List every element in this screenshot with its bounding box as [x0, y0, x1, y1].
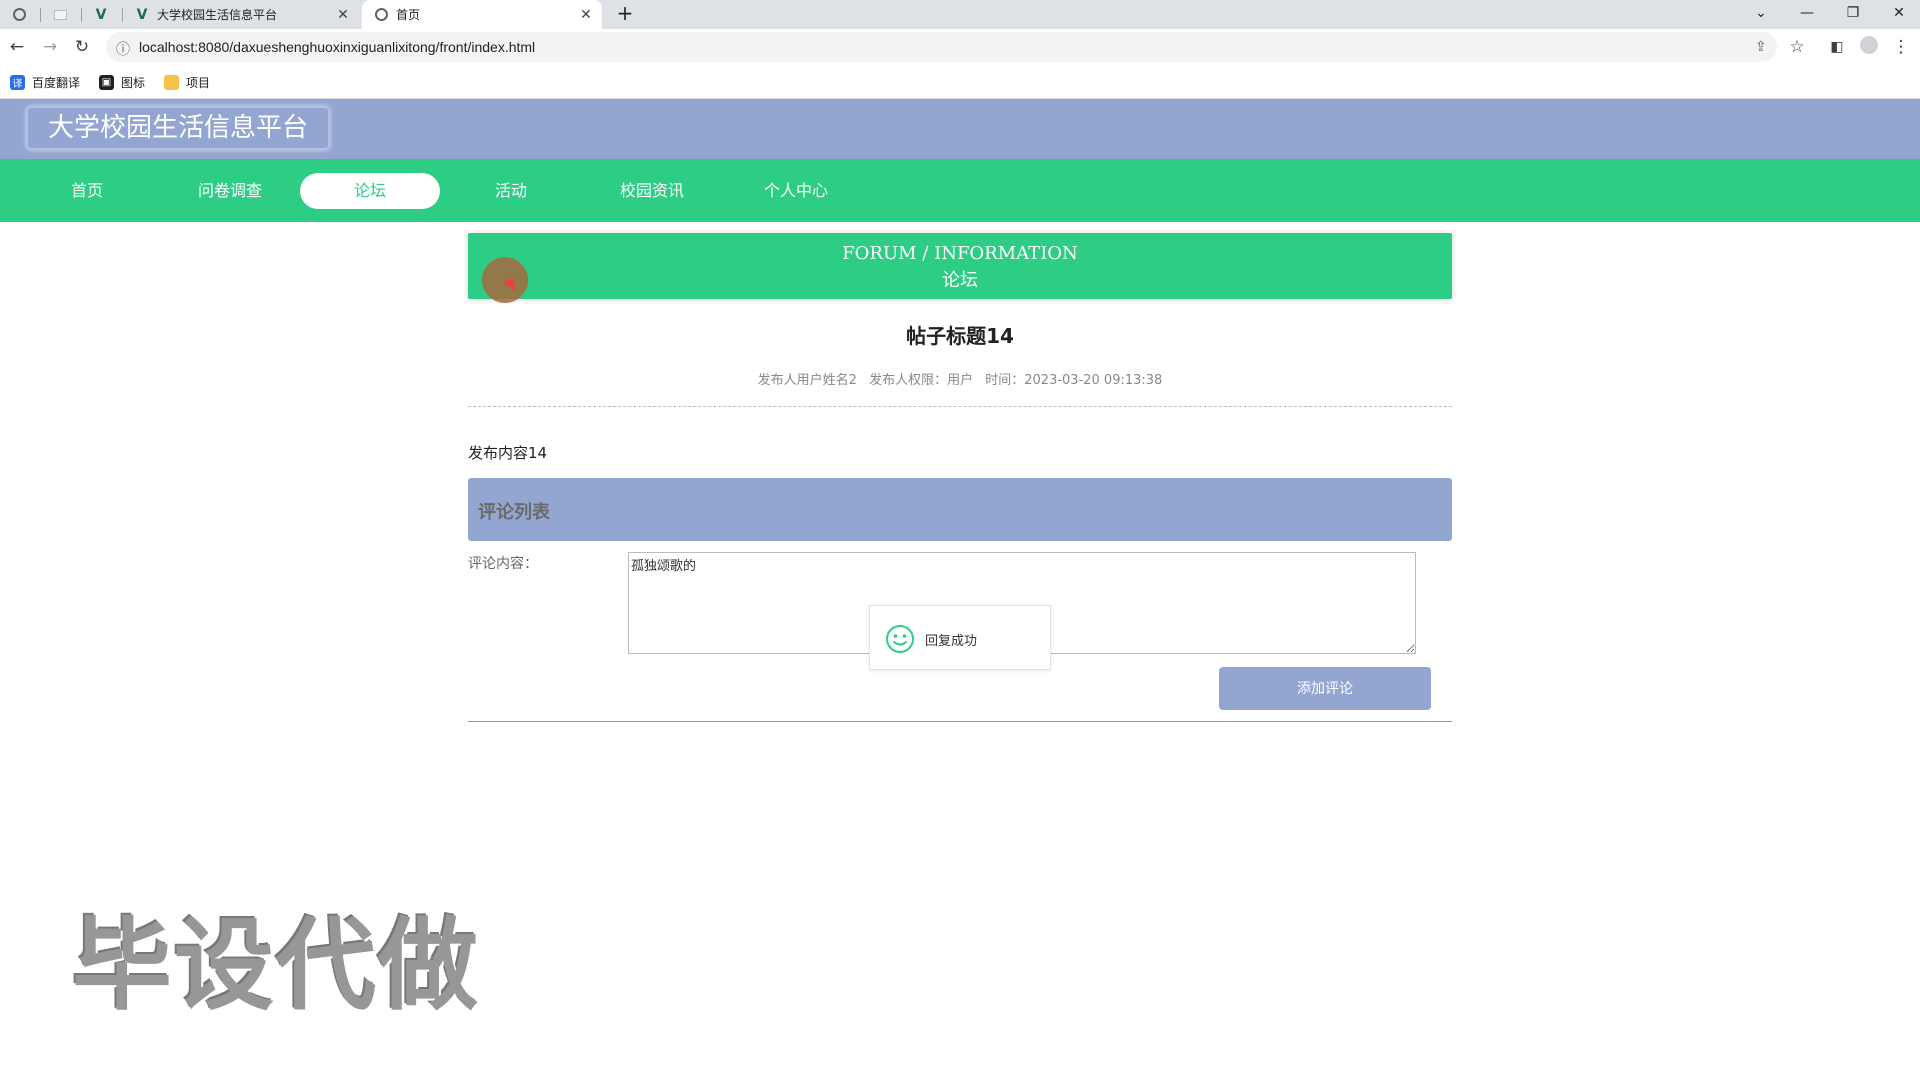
- bookmark-label: 图标: [121, 76, 146, 90]
- image-icon: ▣: [99, 75, 114, 90]
- url-text[interactable]: localhost:8080/daxueshenghuoxinxiguanlix…: [139, 39, 535, 55]
- close-tab-icon[interactable]: ✕: [578, 7, 594, 23]
- comment-field-label: 评论内容：: [468, 556, 538, 572]
- tab-title: 大学校园生活信息平台: [157, 8, 278, 22]
- bookmark-projects[interactable]: 项目: [164, 74, 210, 91]
- reload-button[interactable]: ↻: [71, 36, 93, 58]
- comment-list-title: 评论列表: [478, 502, 550, 523]
- comment-list-header: 评论列表: [468, 478, 1452, 541]
- globe-icon: [12, 8, 26, 22]
- nav-item-news[interactable]: 校园资讯: [582, 173, 722, 209]
- banner-chinese-title: 论坛: [942, 270, 978, 291]
- bookmark-label: 百度翻译: [32, 76, 81, 90]
- post-title: 帖子标题14: [906, 324, 1014, 348]
- tab-pinned-3[interactable]: V: [82, 0, 122, 29]
- translate-icon: 译: [10, 75, 25, 90]
- smiley-icon: [886, 625, 914, 653]
- tab-home[interactable]: 首页 ✕: [362, 0, 602, 29]
- forum-banner: FORUM / INFORMATION 论坛: [468, 233, 1452, 299]
- bookmark-star-icon[interactable]: ☆: [1786, 36, 1808, 58]
- browser-tab-strip: V V 大学校园生活信息平台 ✕ 首页 ✕ + ⌄ — ❐ ✕: [0, 0, 1920, 29]
- divider: [468, 721, 1452, 722]
- post-content: 发布内容14: [468, 444, 548, 462]
- nav-item-forum[interactable]: 论坛: [300, 173, 440, 209]
- back-button[interactable]: ←: [6, 36, 28, 58]
- divider: [468, 406, 1452, 407]
- share-icon[interactable]: ⇪: [1755, 39, 1767, 55]
- side-panel-icon[interactable]: ◧: [1826, 36, 1848, 58]
- watermark-text: 毕设代做: [72, 907, 480, 1024]
- new-tab-button[interactable]: +: [602, 0, 648, 29]
- nav-item-survey[interactable]: 问卷调查: [160, 173, 300, 209]
- forward-button[interactable]: →: [39, 36, 61, 58]
- site-title[interactable]: 大学校园生活信息平台: [26, 106, 331, 150]
- address-bar-row: ← → ↻ ⓘ localhost:8080/daxueshenghuoxinx…: [0, 29, 1920, 66]
- post-time: 时间：2023-03-20 09:13:38: [985, 373, 1163, 388]
- globe-icon: [374, 8, 388, 22]
- minimize-button[interactable]: —: [1784, 0, 1830, 29]
- close-tab-icon[interactable]: ✕: [335, 7, 351, 23]
- tab-title: 首页: [396, 8, 421, 22]
- main-nav: 首页 问卷调查 论坛 活动 校园资讯 个人中心: [0, 159, 1920, 222]
- menu-icon[interactable]: ⋮: [1890, 36, 1912, 58]
- tab-platform[interactable]: V 大学校园生活信息平台 ✕: [123, 0, 359, 29]
- toast-message: 回复成功: [925, 634, 978, 649]
- post-meta: 发布人用户姓名2 发布人权限：用户 时间：2023-03-20 09:13:38: [468, 369, 1452, 388]
- bookmark-translate[interactable]: 译 百度翻译: [10, 74, 80, 91]
- bookmarks-bar: 译 百度翻译 ▣ 图标 项目: [0, 66, 1920, 99]
- vue-logo-icon: V: [95, 6, 107, 23]
- success-toast: 回复成功: [869, 605, 1051, 670]
- tab-pinned-1[interactable]: [0, 0, 40, 29]
- post-author: 发布人用户姓名2: [757, 373, 857, 388]
- blank-page-icon: [53, 8, 67, 22]
- post-role: 发布人权限：用户: [869, 373, 974, 388]
- vue-logo-icon: V: [136, 6, 148, 23]
- tab-search-icon[interactable]: ⌄: [1738, 0, 1784, 29]
- restore-button[interactable]: ❐: [1830, 0, 1876, 29]
- omnibox[interactable]: ⓘ localhost:8080/daxueshenghuoxinxiguanl…: [106, 32, 1777, 62]
- bookmark-icons[interactable]: ▣ 图标: [99, 74, 145, 91]
- nav-item-home[interactable]: 首页: [17, 173, 157, 209]
- bookmark-label: 项目: [186, 76, 211, 90]
- close-window-button[interactable]: ✕: [1876, 0, 1920, 29]
- info-icon[interactable]: ⓘ: [116, 39, 130, 59]
- tab-pinned-2[interactable]: [41, 0, 81, 29]
- profile-icon[interactable]: [1858, 36, 1880, 58]
- folder-icon: [164, 75, 179, 90]
- nav-item-profile[interactable]: 个人中心: [726, 173, 866, 209]
- nav-item-activity[interactable]: 活动: [441, 173, 581, 209]
- site-header: 大学校园生活信息平台: [0, 99, 1920, 159]
- add-comment-button[interactable]: 添加评论: [1219, 667, 1431, 710]
- banner-english-title: FORUM / INFORMATION: [842, 243, 1078, 264]
